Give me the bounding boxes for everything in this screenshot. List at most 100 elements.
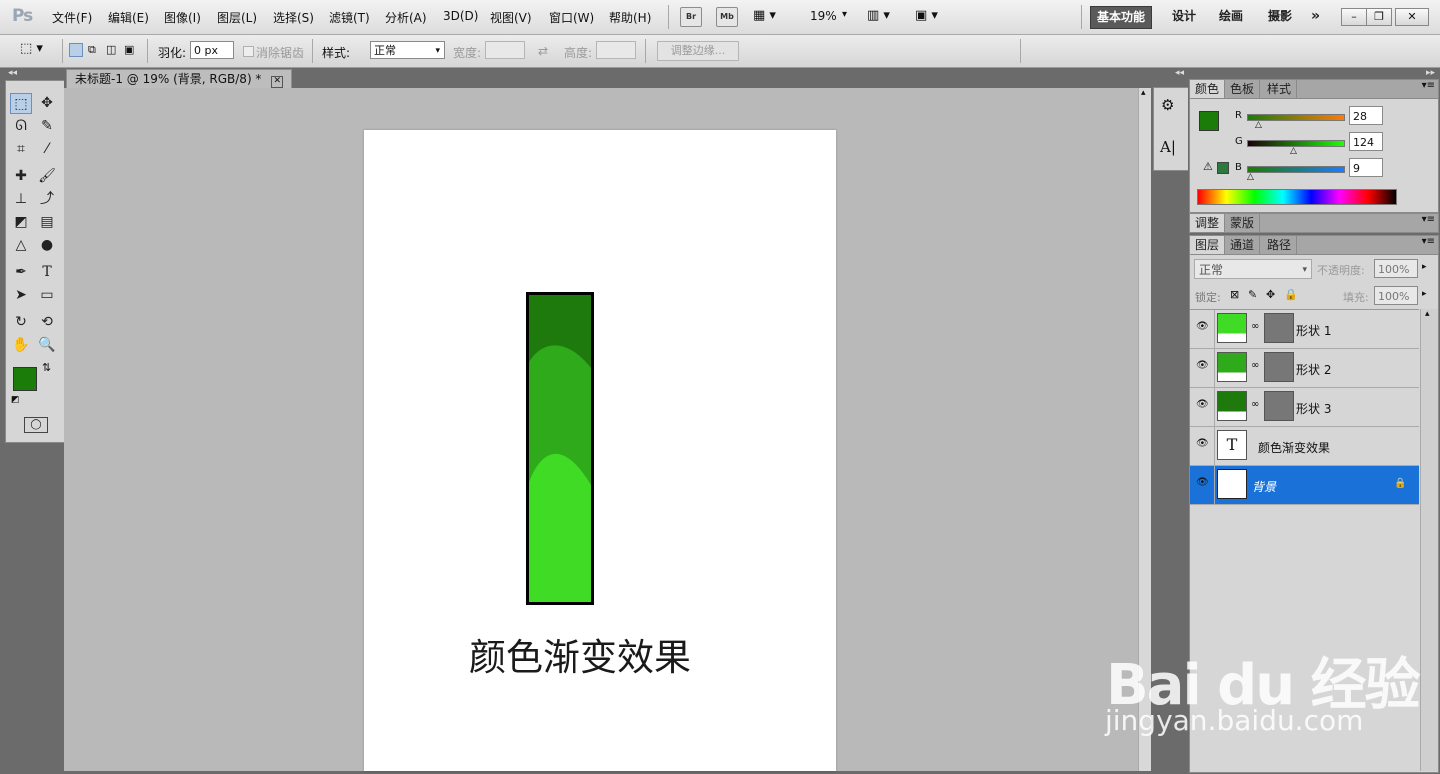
clone-stamp-tool-icon[interactable]: ⊥ [10,189,32,210]
menu-help[interactable]: 帮助(H) [609,9,651,26]
gamut-swatch[interactable] [1217,162,1229,174]
tab-styles[interactable]: 样式 [1262,80,1298,98]
panel-menu-icon[interactable]: ▾≡ [1422,236,1435,247]
menu-window[interactable]: 窗口(W) [549,9,594,26]
move-tool-icon[interactable]: ✥ [36,93,58,114]
default-colors-icon[interactable]: ◩ [11,395,20,405]
layer-row[interactable]: 👁 T 颜色渐变效果 [1190,427,1419,466]
menu-edit[interactable]: 编辑(E) [108,9,149,26]
workspace-more-button[interactable]: » [1305,6,1326,27]
refine-edge-button[interactable]: 调整边缘... [657,41,739,61]
style-select[interactable]: 正常 ▾ [370,41,445,59]
eyedropper-tool-icon[interactable]: ⁄ [36,139,58,160]
blur-tool-icon[interactable]: △ [10,235,32,256]
menu-3d[interactable]: 3D(D) [443,9,478,23]
expand-icon[interactable]: ▸▸ [1426,68,1435,78]
document-tab[interactable]: 未标题-1 @ 19% (背景, RGB/8) * ✕ [66,69,293,89]
quick-mask-icon[interactable]: ◯ [24,417,48,433]
g-value-input[interactable]: 124 [1349,132,1383,151]
dodge-tool-icon[interactable]: ● [36,235,58,256]
visibility-eye-icon[interactable]: 👁 [1196,400,1210,410]
arrange-documents-icon[interactable]: ▥ ▾ [867,8,897,26]
panel-menu-icon[interactable]: ▾≡ [1422,214,1435,225]
blend-mode-select[interactable]: 正常 ▾ [1194,259,1312,279]
path-selection-tool-icon[interactable]: ➤ [10,285,32,306]
zoom-level[interactable]: 19% [810,9,837,23]
menu-layer[interactable]: 图层(L) [217,9,257,26]
scroll-up-icon[interactable]: ▴ [1425,309,1430,319]
color-spectrum-ramp[interactable] [1197,189,1397,205]
type-tool-icon[interactable]: T [36,262,58,283]
b-slider[interactable] [1247,166,1345,173]
marquee-tool-icon[interactable]: ⬚ [10,93,32,114]
layer-row[interactable]: 👁 ∞ 形状 3 [1190,388,1419,427]
r-slider-handle-icon[interactable]: △ [1255,120,1262,130]
add-selection-icon[interactable]: ⧉ [88,43,102,57]
workspace-photography[interactable]: 摄影 [1262,6,1298,27]
panel-menu-icon[interactable]: ▾≡ [1422,80,1435,91]
feather-input[interactable]: 0 px [190,41,234,59]
menu-select[interactable]: 选择(S) [273,9,314,26]
history-panel-icon[interactable]: ⚙ [1161,96,1174,114]
tab-color[interactable]: 颜色 [1190,80,1226,98]
rectangle-tool-icon[interactable]: ▭ [36,285,58,306]
opacity-input[interactable]: 100% [1374,259,1418,278]
character-panel-icon[interactable]: A| [1160,138,1176,156]
tab-channels[interactable]: 通道 [1225,236,1261,254]
width-input[interactable] [485,41,525,59]
antialias-checkbox[interactable] [243,46,254,57]
chevron-down-icon[interactable]: ▾ [842,9,847,20]
workspace-essentials[interactable]: 基本功能 [1090,6,1153,29]
tab-swatches[interactable]: 色板 [1225,80,1261,98]
layer-row[interactable]: 👁 ∞ 形状 1 [1190,310,1419,349]
tab-adjustments[interactable]: 调整 [1190,214,1226,232]
visibility-eye-icon[interactable]: 👁 [1196,439,1210,449]
lasso-tool-icon[interactable]: ᘏ [10,116,32,137]
new-selection-icon[interactable] [69,43,83,57]
collapse-icon[interactable]: ◂◂ [1175,68,1184,78]
close-tab-icon[interactable]: ✕ [271,76,284,88]
close-button[interactable]: ✕ [1395,8,1429,26]
foreground-color-swatch[interactable] [13,367,37,391]
menu-filter[interactable]: 滤镜(T) [329,9,370,26]
minimize-button[interactable]: – [1341,8,1367,26]
gradient-tool-icon[interactable]: ▤ [36,212,58,233]
3d-orbit-tool-icon[interactable]: ⟲ [36,312,58,333]
swap-icon[interactable]: ⇄ [538,44,548,58]
height-input[interactable] [596,41,636,59]
fill-arrow-icon[interactable]: ▸ [1422,289,1427,299]
subtract-selection-icon[interactable]: ◫ [106,43,120,57]
menu-file[interactable]: 文件(F) [52,9,92,26]
history-brush-tool-icon[interactable]: ⤴ [36,189,58,210]
healing-brush-tool-icon[interactable]: ✚ [10,166,32,187]
lock-pixels-icon[interactable]: ✎ [1248,288,1257,301]
eraser-tool-icon[interactable]: ◩ [10,212,32,233]
screen-mode-icon[interactable]: ▣ ▾ [915,8,945,26]
workspace-painting[interactable]: 绘画 [1213,6,1249,27]
lock-position-icon[interactable]: ✥ [1266,288,1275,301]
tool-preset-picker[interactable]: ⬚ ▾ [20,41,54,61]
pen-tool-icon[interactable]: ✒ [10,262,32,283]
lock-transparency-icon[interactable]: ⊠ [1230,288,1239,301]
zoom-tool-icon[interactable]: 🔍 [36,335,58,356]
layer-row-selected[interactable]: 👁 背景 🔒 [1190,466,1419,505]
fill-input[interactable]: 100% [1374,286,1418,305]
menu-image[interactable]: 图像(I) [164,9,201,26]
quick-selection-tool-icon[interactable]: ✎ [36,116,58,137]
visibility-eye-icon[interactable]: 👁 [1196,322,1210,332]
workspace-design[interactable]: 设计 [1166,6,1202,27]
tab-layers[interactable]: 图层 [1190,236,1226,254]
tab-masks[interactable]: 蒙版 [1225,214,1261,232]
tab-paths[interactable]: 路径 [1262,236,1298,254]
opacity-arrow-icon[interactable]: ▸ [1422,262,1427,272]
visibility-eye-icon[interactable]: 👁 [1196,361,1210,371]
menu-view[interactable]: 视图(V) [490,9,532,26]
menu-analysis[interactable]: 分析(A) [385,9,427,26]
gamut-warning-icon[interactable]: ⚠ [1203,160,1213,173]
color-fg-swatch[interactable] [1199,111,1219,131]
brush-tool-icon[interactable]: 🖌 [36,166,58,187]
collapse-icon[interactable]: ◂◂ [8,68,17,78]
g-slider-handle-icon[interactable]: △ [1290,146,1297,156]
layers-scrollbar[interactable]: ▴ [1420,309,1438,771]
r-value-input[interactable]: 28 [1349,106,1383,125]
